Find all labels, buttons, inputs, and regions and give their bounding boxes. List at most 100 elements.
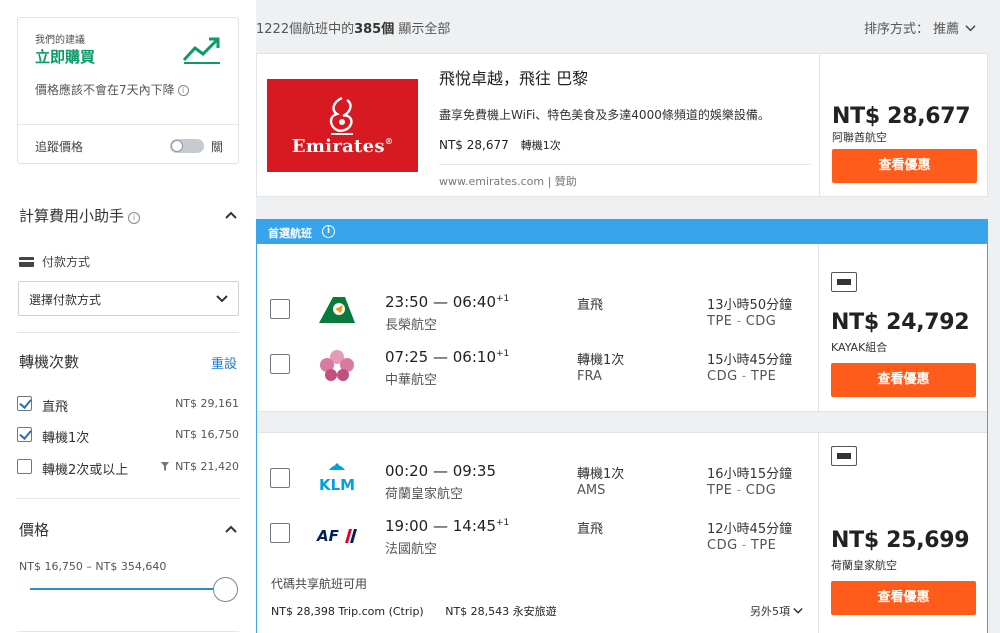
payment-select-value: 選擇付款方式 [29, 293, 102, 307]
leg-checkbox[interactable] [270, 523, 290, 543]
filter-funnel-icon [161, 462, 169, 471]
best-flights-label: 首選航班 [268, 227, 312, 240]
ad-price-panel: NT$ 28,677 阿聯酋航空 查看優惠 [819, 54, 989, 196]
stops-reset-link[interactable]: 重設 [211, 353, 237, 372]
price-filter-title: 價格 [19, 521, 50, 539]
info-icon[interactable]: i [177, 85, 189, 96]
route-separator: - [736, 483, 742, 498]
registered-mark: ® [384, 136, 394, 146]
price-slider-handle[interactable] [213, 577, 238, 602]
svg-text:AF: AF [316, 527, 340, 545]
leg-checkbox[interactable] [270, 354, 290, 374]
flight-times: 00:20 — 09:35 [385, 462, 496, 480]
checkbox[interactable] [17, 459, 32, 474]
sponsored-ad-card[interactable]: Emirates® 飛悅卓越，飛往 巴黎 盡享免費機上WiFi、特色美食及多達4… [256, 53, 988, 197]
flight-leg-return[interactable]: AF 19:00 — 14:45+1 法國航空 直飛 12小時45分鐘 CDG -… [257, 513, 817, 557]
airline-name: 荷蘭皇家航空 [385, 487, 464, 502]
flight-times: 19:00 — 14:45+1 [385, 517, 509, 535]
layover-airport: FRA [577, 369, 602, 384]
stop-option-label: 轉機1次 [42, 431, 90, 446]
stop-option-nonstop[interactable]: 直飛 NT$ 29,161 [17, 395, 239, 415]
stop-option-two-plus[interactable]: 轉機2次或以上 NT$ 21,420 [17, 458, 239, 478]
more-providers-toggle[interactable]: 另外5項 [750, 603, 803, 619]
flight-leg-outbound[interactable]: KLM 00:20 — 09:35 荷蘭皇家航空 轉機1次 AMS 16小時15… [257, 458, 817, 502]
price-panel: NT$ 25,699 荷蘭皇家航空 查看優惠 [818, 433, 987, 633]
view-deal-button[interactable]: 查看優惠 [831, 581, 976, 615]
results-count-shown: 385個 [354, 22, 395, 37]
layover-airport: AMS [577, 483, 606, 498]
chevron-up-icon[interactable] [225, 209, 237, 221]
info-icon[interactable]: i [128, 212, 141, 224]
fee-helper-title[interactable]: 計算費用小助手 i [19, 205, 141, 226]
air-france-logo: AF [316, 527, 357, 545]
checkbox[interactable] [17, 396, 32, 411]
flight-result-card[interactable]: KLM 00:20 — 09:35 荷蘭皇家航空 轉機1次 AMS 16小時15… [257, 432, 987, 633]
next-day-marker: +1 [496, 294, 510, 304]
checkbox[interactable] [17, 427, 32, 442]
emirates-logo: Emirates® [267, 79, 418, 172]
ad-source[interactable]: www.emirates.com | 贊助 [439, 173, 577, 189]
payment-method-select[interactable]: 選擇付款方式 [18, 281, 239, 316]
origin-code: CDG [707, 538, 738, 553]
flight-duration: 16小時15分鐘 [707, 467, 793, 482]
results-count-prefix: 1222個航班中的 [256, 22, 355, 37]
results-count: 1222個航班中的385個 顯示全部 [256, 18, 450, 37]
flight-leg-outbound[interactable]: 23:50 — 06:40+1 長榮航空 直飛 13小時50分鐘 TPE - CDG [257, 289, 817, 333]
view-deal-button[interactable]: 查看優惠 [831, 363, 976, 397]
filter-sidebar: 我們的建議 立即購買 價格應該不會在7天內下降 i 追蹤價格 關 計算費用小助手 i… [0, 0, 256, 633]
info-icon[interactable]: i [322, 225, 335, 238]
flight-times-text: 23:50 — 06:40 [385, 293, 496, 311]
china-airlines-logo [320, 350, 354, 381]
stop-option-label: 轉機2次或以上 [42, 463, 129, 478]
divider [17, 631, 239, 632]
show-all-link[interactable]: 顯示全部 [394, 22, 450, 37]
chevron-up-icon[interactable] [225, 523, 237, 535]
view-deal-button[interactable]: 查看優惠 [832, 149, 977, 183]
toggle-state-label: 關 [211, 140, 224, 154]
fee-helper-title-text: 計算費用小助手 [19, 207, 125, 225]
emirates-calligraphy-icon [329, 96, 353, 135]
flight-price: NT$ 24,792 [831, 310, 970, 335]
divider [18, 124, 238, 125]
eva-air-logo [319, 297, 355, 323]
airline-name: 長榮航空 [385, 318, 438, 333]
credit-card-icon [19, 257, 34, 267]
klm-logo: KLM [319, 463, 355, 494]
carry-on-bag-icon [831, 446, 857, 466]
flight-leg-return[interactable]: 07:25 — 06:10+1 中華航空 轉機1次 FRA 15小時45分鐘 C… [257, 344, 817, 388]
chevron-down-icon [793, 607, 803, 614]
price-range-text: NT$ 16,750 – NT$ 354,640 [19, 560, 167, 573]
flight-route: CDG - TPE [707, 538, 776, 553]
flight-times-text: 07:25 — 06:10 [385, 348, 496, 366]
ad-description: 盡享免費機上WiFi、特色美食及多達4000條頻道的娛樂設備。 [439, 108, 770, 122]
flight-duration: 12小時45分鐘 [707, 522, 793, 537]
track-price-toggle[interactable] [170, 139, 204, 153]
stops-text: 轉機1次 [577, 467, 625, 482]
emirates-wordmark-text: Emirates [291, 136, 385, 157]
origin-code: TPE [707, 314, 733, 329]
flight-result-card[interactable]: 23:50 — 06:40+1 長榮航空 直飛 13小時50分鐘 TPE - CDG… [257, 244, 987, 412]
sort-dropdown[interactable]: 排序方式： 推薦 [864, 18, 976, 37]
alt-price-link[interactable]: NT$ 28,543 永安旅遊 [445, 605, 556, 618]
sort-value: 推薦 [933, 22, 960, 37]
price-slider-track[interactable] [30, 588, 226, 590]
advice-note: 價格應該不會在7天內下降 i [35, 81, 189, 98]
airline-name: 中華航空 [385, 373, 438, 388]
stop-option-one-stop[interactable]: 轉機1次 NT$ 16,750 [17, 426, 239, 446]
advice-eyebrow: 我們的建議 [35, 35, 85, 46]
origin-code: TPE [707, 483, 733, 498]
leg-checkbox[interactable] [270, 299, 290, 319]
stop-option-price: NT$ 21,420 [175, 460, 239, 473]
route-separator: - [736, 314, 742, 329]
ad-price: NT$ 28,677 [439, 138, 509, 152]
ad-title[interactable]: 飛悅卓越，飛往 巴黎 [439, 65, 588, 89]
ad-provider: 阿聯酋航空 [832, 131, 887, 144]
alt-price-link[interactable]: NT$ 28,398 Trip.com (Ctrip) [271, 605, 424, 618]
stops-text: 轉機1次 [577, 353, 625, 368]
leg-checkbox[interactable] [270, 468, 290, 488]
flight-times-text: 00:20 — 09:35 [385, 462, 496, 480]
destination-code: TPE [750, 369, 777, 384]
card-gap [257, 412, 987, 432]
flight-duration: 13小時50分鐘 [707, 298, 793, 313]
payment-method-label: 付款方式 [19, 253, 90, 270]
